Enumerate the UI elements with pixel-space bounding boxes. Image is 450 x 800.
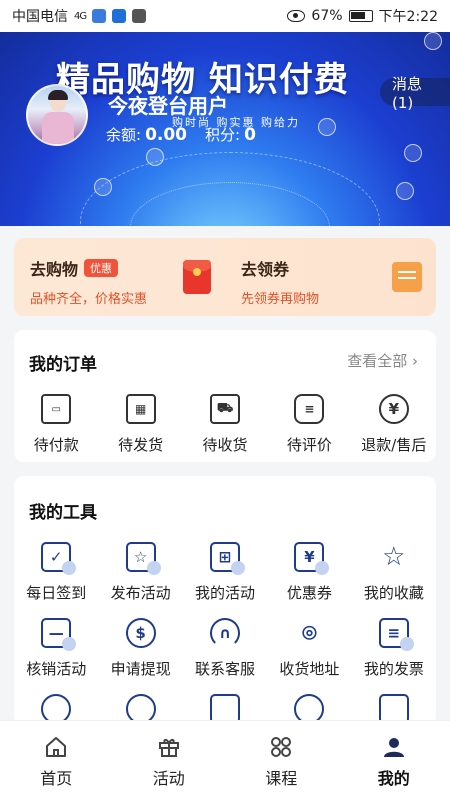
decor-icon <box>94 178 112 196</box>
tool-withdraw[interactable]: $ 申请提现 <box>98 618 182 679</box>
tool-label: 申请提现 <box>110 660 171 678</box>
tool-my-activities[interactable]: ⊞ 我的活动 <box>183 542 267 603</box>
scan-icon: — <box>41 618 77 651</box>
truck-icon: ⛟ <box>210 394 241 424</box>
go-shopping-button[interactable]: 去购物 优惠 品种齐全，价格实惠 <box>14 238 225 316</box>
signal-icon: 4G <box>74 10 87 22</box>
status-bar: 中国电信 4G 67% 下午2:22 <box>0 0 450 32</box>
tool-label: 我的收藏 <box>363 584 424 602</box>
package-icon: ▦ <box>125 394 156 424</box>
app-notification-icon <box>132 9 147 23</box>
tool-shipping-address[interactable]: ⌾ 收货地址 <box>267 618 351 679</box>
decor-icon <box>146 148 164 166</box>
dollar-icon: $ <box>125 618 156 648</box>
get-coupon-title: 去领券 <box>241 260 290 279</box>
tool-label: 优惠券 <box>286 584 332 602</box>
tool-favorites[interactable]: ☆ 我的收藏 <box>352 542 436 603</box>
tab-label: 我的 <box>377 769 410 788</box>
bottom-tab-bar: 首页 活动 课程 我的 <box>0 720 450 800</box>
account-summary: 余额: 0.00 积分: 0 <box>106 124 270 145</box>
order-label: 退款/售后 <box>361 436 427 454</box>
tool-daily-checkin[interactable]: ✓ 每日签到 <box>14 542 98 603</box>
tab-label: 首页 <box>40 769 73 788</box>
app-notification-icon <box>112 9 127 23</box>
grid-icon <box>269 735 293 759</box>
see-all-label: 查看全部 <box>347 352 408 370</box>
tab-label: 活动 <box>152 769 185 788</box>
messages-button[interactable]: 消息(1) <box>380 75 450 112</box>
calendar-check-icon: ✓ <box>41 542 77 575</box>
profile-banner: 精品购物 知识付费 购时尚 购实惠 购给力 今夜登台用户 余额: 0.00 积分… <box>0 32 450 226</box>
order-pending-shipment[interactable]: ▦ 待发货 <box>98 394 182 455</box>
star-icon: ☆ <box>382 542 406 572</box>
order-label: 待发货 <box>118 436 164 454</box>
tab-home[interactable]: 首页 <box>0 721 113 800</box>
comment-icon: ≡ <box>294 394 325 424</box>
points-value: 0 <box>244 125 256 145</box>
decor-icon <box>396 182 414 200</box>
coupon-icon <box>392 262 422 292</box>
tool-customer-service[interactable]: ∩ 联系客服 <box>183 618 267 679</box>
refund-icon: ¥ <box>378 394 409 424</box>
ticket-icon: ≡ <box>378 618 414 651</box>
shop-promo-card: 去购物 优惠 品种齐全，价格实惠 去领券 先领券再购物 <box>14 238 436 316</box>
gift-icon: ⊞ <box>210 542 246 575</box>
eye-icon <box>287 10 306 22</box>
tool-label: 收货地址 <box>279 660 340 678</box>
order-label: 待评价 <box>286 436 332 454</box>
tool-invoices[interactable]: ≡ 我的发票 <box>352 618 436 679</box>
tool-label: 核销活动 <box>26 660 87 678</box>
app-notification-icon <box>92 9 107 23</box>
tool-label: 每日签到 <box>26 584 87 602</box>
tools-title: 我的工具 <box>29 503 97 523</box>
wallet-icon: ▭ <box>41 394 72 424</box>
tab-activity[interactable]: 活动 <box>113 721 226 800</box>
tool-verify-activity[interactable]: — 核销活动 <box>14 618 98 679</box>
gift-icon <box>157 735 181 759</box>
location-icon: ⌾ <box>302 619 317 647</box>
tool-coupons[interactable]: ¥ 优惠券 <box>267 542 351 603</box>
balance-value: 0.00 <box>145 125 188 145</box>
go-shopping-title: 去购物 <box>30 260 79 279</box>
username[interactable]: 今夜登台用户 <box>108 90 228 119</box>
battery-icon <box>348 10 373 22</box>
orders-card: 我的订单 查看全部 › ▭ 待付款 ▦ 待发货 ⛟ 待收货 ≡ 待评价 ¥ 退款… <box>14 330 436 462</box>
tool-publish-activity[interactable]: ☆ 发布活动 <box>98 542 182 603</box>
tools-card: 我的工具 ✓ 每日签到 ☆ 发布活动 ⊞ 我的活动 ¥ 优惠券 ☆ 我的收藏 —… <box>14 476 436 726</box>
order-pending-payment[interactable]: ▭ 待付款 <box>14 394 98 455</box>
chevron-right-icon: › <box>412 352 418 370</box>
tab-label: 课程 <box>265 769 298 788</box>
order-pending-receipt[interactable]: ⛟ 待收货 <box>183 394 267 455</box>
balance-label: 余额: <box>106 126 142 144</box>
carrier-label: 中国电信 <box>12 9 68 25</box>
order-label: 待付款 <box>33 436 79 454</box>
order-label: 待收货 <box>202 436 248 454</box>
battery-percent: 67% <box>311 8 343 24</box>
tool-label: 联系客服 <box>195 660 256 678</box>
orders-title: 我的订单 <box>29 355 97 375</box>
tab-courses[interactable]: 课程 <box>225 721 338 800</box>
tab-mine[interactable]: 我的 <box>338 721 450 800</box>
clock: 下午2:22 <box>378 9 438 25</box>
points-label: 积分: <box>205 126 241 144</box>
user-icon <box>382 735 406 759</box>
tool-label: 发布活动 <box>110 584 171 602</box>
avatar[interactable] <box>26 84 88 146</box>
tool-label: 我的发票 <box>363 660 424 678</box>
home-icon <box>44 735 68 759</box>
coupon-icon: ¥ <box>294 542 330 575</box>
tool-label: 我的活动 <box>195 584 256 602</box>
discount-badge: 优惠 <box>84 259 119 277</box>
red-packet-icon <box>183 260 211 294</box>
decor-icon <box>424 32 442 50</box>
see-all-orders-link[interactable]: 查看全部 › <box>347 350 418 371</box>
decor-icon <box>318 118 336 136</box>
publish-icon: ☆ <box>125 542 161 575</box>
decor-icon <box>404 144 422 162</box>
get-coupon-button[interactable]: 去领券 先领券再购物 <box>225 238 436 316</box>
order-pending-review[interactable]: ≡ 待评价 <box>267 394 351 455</box>
order-refund[interactable]: ¥ 退款/售后 <box>352 394 436 455</box>
headset-icon: ∩ <box>210 618 241 648</box>
